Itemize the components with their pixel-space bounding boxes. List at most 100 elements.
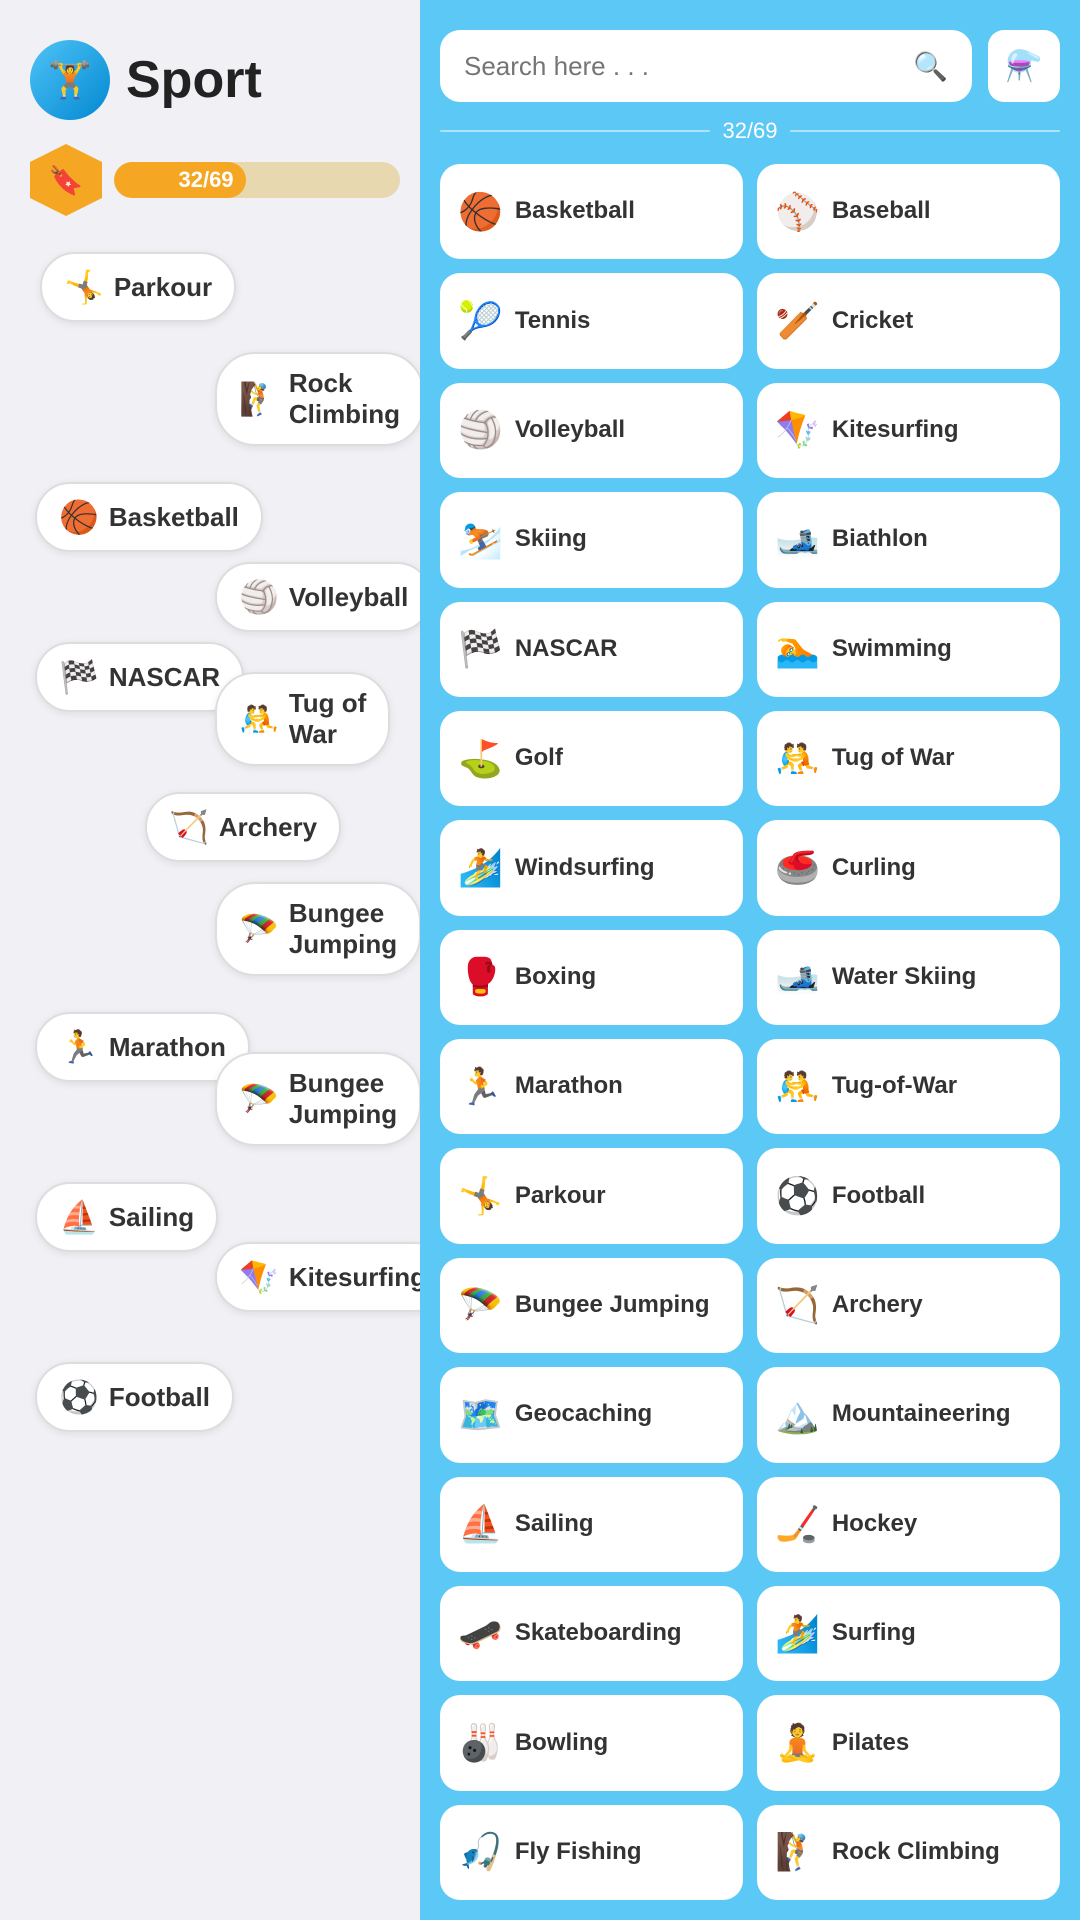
grid-label-skiing: Skiing: [515, 525, 587, 554]
grid-icon-cricket: 🏏: [775, 300, 820, 342]
progress-row: 🔖 32/69: [30, 144, 400, 216]
grid-item-tennis[interactable]: 🎾Tennis: [440, 273, 743, 368]
grid-item-curling[interactable]: 🥌Curling: [757, 820, 1060, 915]
left-chip-icon-archery: 🏹: [169, 808, 209, 846]
left-chip-label-nascar: NASCAR: [109, 662, 220, 693]
grid-icon-bowling: 🎳: [458, 1722, 503, 1764]
grid-label-hockey: Hockey: [832, 1510, 917, 1539]
app-title: Sport: [126, 50, 262, 110]
left-chip-bungee-jumping1[interactable]: 🪂Bungee Jumping: [215, 882, 420, 976]
grid-label-parkour: Parkour: [515, 1182, 606, 1211]
grid-icon-water-skiing: 🎿: [775, 956, 820, 998]
grid-label-surfing: Surfing: [832, 1619, 916, 1648]
left-chip-parkour[interactable]: 🤸Parkour: [40, 252, 236, 322]
grid-label-volleyball: Volleyball: [515, 416, 625, 445]
grid-item-tug-of-war2[interactable]: 🤼Tug-of-War: [757, 1039, 1060, 1134]
left-chip-rock-climbing[interactable]: 🧗 Rock Climbing: [215, 352, 420, 446]
grid-item-geocaching[interactable]: 🗺️Geocaching: [440, 1367, 743, 1462]
grid-icon-boxing: 🥊: [458, 956, 503, 998]
search-input[interactable]: [464, 51, 901, 82]
grid-item-nascar[interactable]: 🏁NASCAR: [440, 602, 743, 697]
grid-item-archery[interactable]: 🏹Archery: [757, 1258, 1060, 1353]
grid-item-water-skiing[interactable]: 🎿Water Skiing: [757, 930, 1060, 1025]
left-chip-label-tug-of-war: Tug of War: [289, 688, 366, 750]
grid-label-nascar: NASCAR: [515, 635, 618, 664]
grid-item-pilates[interactable]: 🧘 Pilates: [757, 1695, 1060, 1790]
grid-item-basketball[interactable]: 🏀Basketball: [440, 164, 743, 259]
left-chip-icon-basketball: 🏀: [59, 498, 99, 536]
left-chip-icon-marathon: 🏃: [59, 1028, 99, 1066]
grid-item-tug-of-war[interactable]: 🤼Tug of War: [757, 711, 1060, 806]
left-chip-sailing[interactable]: ⛵Sailing: [35, 1182, 218, 1252]
grid-label-kitesurfing: Kitesurfing: [832, 416, 959, 445]
grid-item-football[interactable]: ⚽Football: [757, 1148, 1060, 1243]
left-chip-icon-rock-climbing: 🧗: [239, 380, 279, 418]
grid-item-surfing[interactable]: 🏄Surfing: [757, 1586, 1060, 1681]
search-icon: 🔍: [913, 50, 948, 83]
left-chip-kitesurfing[interactable]: 🪁Kitesurfing: [215, 1242, 420, 1312]
grid-icon-bungee-jumping: 🪂: [458, 1284, 503, 1326]
grid-icon-geocaching: 🗺️: [458, 1394, 503, 1436]
grid-item-mountaineering[interactable]: 🏔️Mountaineering: [757, 1367, 1060, 1462]
grid-icon-marathon: 🏃: [458, 1066, 503, 1108]
grid-icon-baseball: ⚾: [775, 191, 820, 233]
grid-item-bowling[interactable]: 🎳 Bowling: [440, 1695, 743, 1790]
grid-icon-pilates: 🧘: [775, 1722, 820, 1764]
grid-icon-curling: 🥌: [775, 847, 820, 889]
left-chip-volleyball[interactable]: 🏐Volleyball: [215, 562, 420, 632]
grid-label-mountaineering: Mountaineering: [832, 1400, 1011, 1429]
left-chip-label-bungee-jumping1: Bungee Jumping: [289, 898, 397, 960]
left-chip-archery[interactable]: 🏹Archery: [145, 792, 341, 862]
search-row: 🔍 ⚗️: [440, 30, 1060, 102]
left-chip-icon-bungee-jumping2: 🪂: [239, 1080, 279, 1118]
left-chip-marathon[interactable]: 🏃 Marathon: [35, 1012, 250, 1082]
grid-icon-rock-climbing: 🧗: [775, 1831, 820, 1873]
grid-item-skiing[interactable]: ⛷️ Skiing: [440, 492, 743, 587]
left-chip-label-marathon: Marathon: [109, 1032, 226, 1063]
grid-icon-parkour: 🤸: [458, 1175, 503, 1217]
grid-item-sailing[interactable]: ⛵Sailing: [440, 1477, 743, 1572]
grid-icon-basketball: 🏀: [458, 191, 503, 233]
progress-badge: 🔖: [30, 144, 102, 216]
grid-item-windsurfing[interactable]: 🏄Windsurfing: [440, 820, 743, 915]
grid-icon-skiing: ⛷️: [458, 519, 503, 561]
grid-item-boxing[interactable]: 🥊 Boxing: [440, 930, 743, 1025]
grid-item-rock-climbing[interactable]: 🧗Rock Climbing: [757, 1805, 1060, 1900]
grid-item-fly-fishing[interactable]: 🎣Fly Fishing: [440, 1805, 743, 1900]
count-row: 32/69: [440, 118, 1060, 144]
left-chip-tug-of-war[interactable]: 🤼Tug of War: [215, 672, 390, 766]
left-panel: 🏋️ Sport 🔖 32/69 🤸Parkour🧗Rock Climbing🏀…: [0, 0, 420, 1920]
grid-icon-volleyball: 🏐: [458, 409, 503, 451]
grid-item-hockey[interactable]: 🏒Hockey: [757, 1477, 1060, 1572]
left-chip-label-football: Football: [109, 1382, 210, 1413]
grid-label-swimming: Swimming: [832, 635, 952, 664]
grid-item-baseball[interactable]: ⚾ Baseball: [757, 164, 1060, 259]
grid-item-volleyball[interactable]: 🏐 Volleyball: [440, 383, 743, 478]
grid-item-swimming[interactable]: 🏊Swimming: [757, 602, 1060, 697]
grid-label-pilates: Pilates: [832, 1729, 909, 1758]
grid-item-bungee-jumping[interactable]: 🪂Bungee Jumping: [440, 1258, 743, 1353]
left-chip-label-rock-climbing: Rock Climbing: [289, 368, 400, 430]
left-chip-icon-kitesurfing: 🪁: [239, 1258, 279, 1296]
filter-button[interactable]: ⚗️: [988, 30, 1060, 102]
left-chip-nascar[interactable]: 🏁NASCAR: [35, 642, 244, 712]
grid-label-cricket: Cricket: [832, 307, 913, 336]
grid-item-kitesurfing[interactable]: 🪁Kitesurfing: [757, 383, 1060, 478]
grid-item-marathon[interactable]: 🏃Marathon: [440, 1039, 743, 1134]
left-chip-basketball[interactable]: 🏀Basketball: [35, 482, 263, 552]
grid-icon-biathlon: 🎿: [775, 519, 820, 561]
grid-label-bowling: Bowling: [515, 1729, 608, 1758]
count-label: 32/69: [722, 118, 777, 144]
grid-item-skateboarding[interactable]: 🛹Skateboarding: [440, 1586, 743, 1681]
left-chip-bungee-jumping2[interactable]: 🪂Bungee Jumping: [215, 1052, 420, 1146]
grid-item-parkour[interactable]: 🤸 Parkour: [440, 1148, 743, 1243]
progress-bar-fill: 32/69: [114, 162, 246, 198]
grid-item-biathlon[interactable]: 🎿Biathlon: [757, 492, 1060, 587]
grid-label-baseball: Baseball: [832, 197, 931, 226]
grid-item-golf[interactable]: ⛳Golf: [440, 711, 743, 806]
grid-label-tennis: Tennis: [515, 307, 591, 336]
left-chip-football[interactable]: ⚽Football: [35, 1362, 234, 1432]
left-chip-icon-volleyball: 🏐: [239, 578, 279, 616]
grid-label-boxing: Boxing: [515, 963, 596, 992]
grid-item-cricket[interactable]: 🏏 Cricket: [757, 273, 1060, 368]
